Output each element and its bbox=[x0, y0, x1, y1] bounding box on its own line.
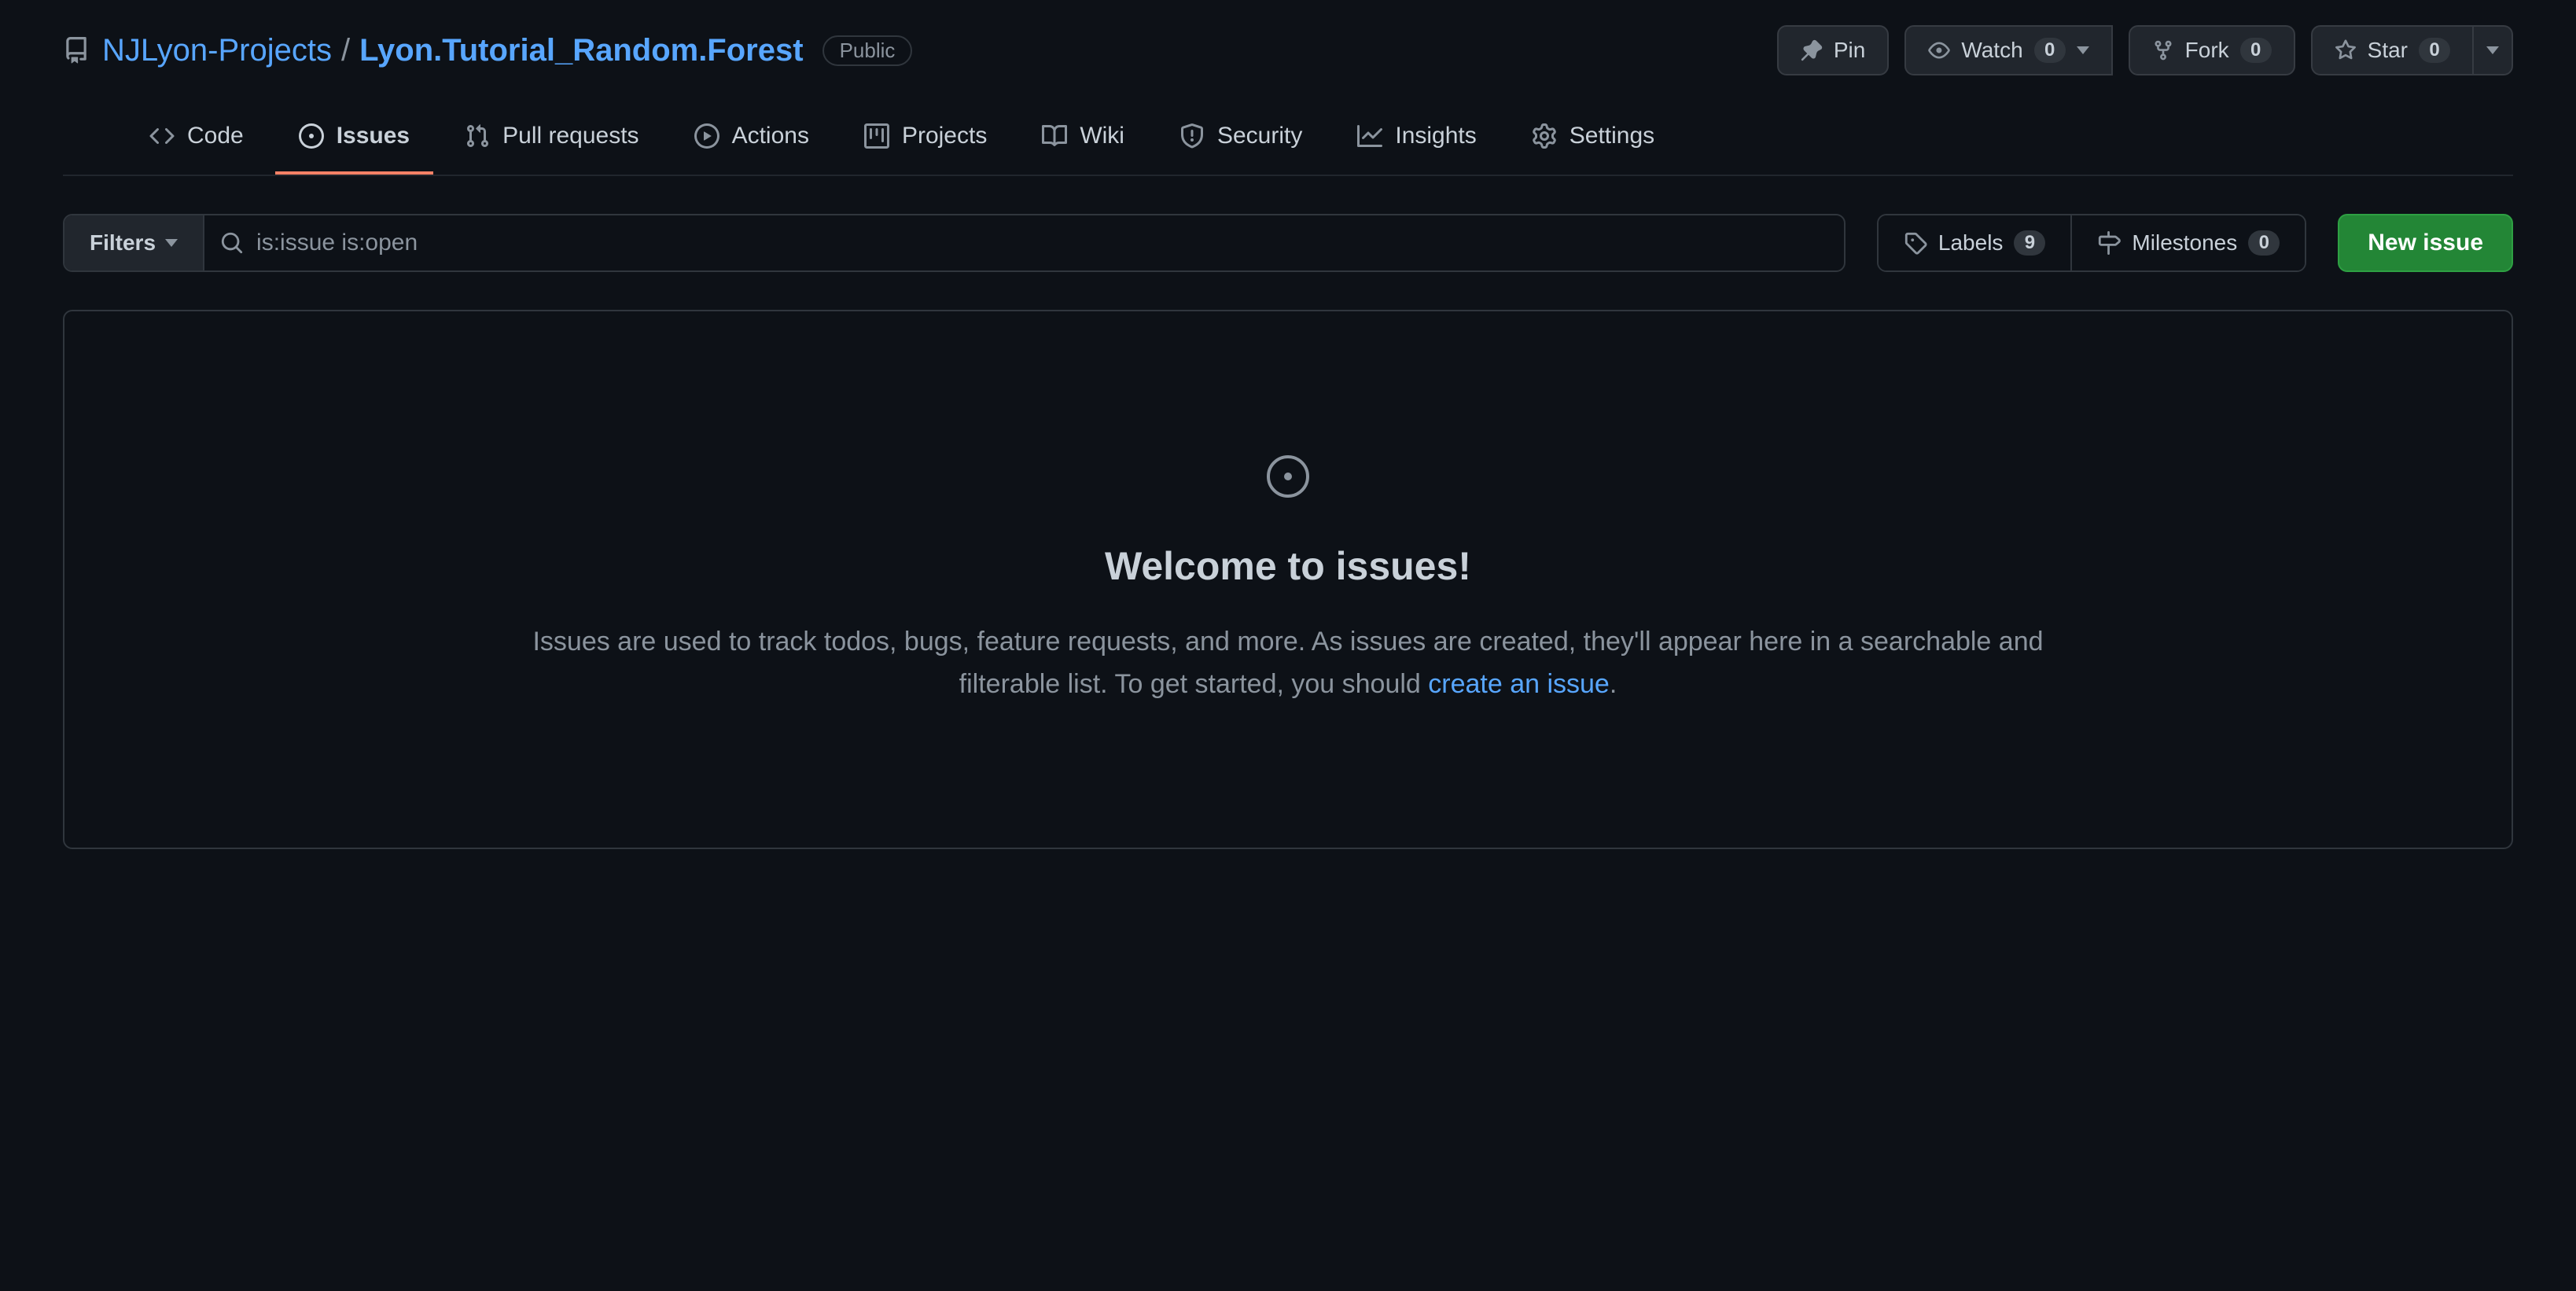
repo-nav: Code Issues Pull requests Actions Projec… bbox=[63, 107, 2513, 176]
chevron-down-icon bbox=[165, 239, 178, 247]
tab-pull-requests[interactable]: Pull requests bbox=[441, 107, 662, 175]
issue-opened-icon bbox=[1264, 453, 1312, 506]
watch-label: Watch bbox=[1961, 38, 2022, 63]
tab-security[interactable]: Security bbox=[1156, 107, 1326, 175]
labels-count: 9 bbox=[2014, 230, 2045, 256]
labels-button[interactable]: Labels 9 bbox=[1879, 215, 2071, 270]
tag-icon bbox=[1904, 231, 1927, 255]
graph-icon bbox=[1357, 123, 1382, 149]
chevron-down-icon bbox=[2077, 46, 2089, 54]
empty-heading: Welcome to issues! bbox=[127, 543, 2449, 589]
star-button[interactable]: Star 0 bbox=[2311, 25, 2474, 75]
star-count: 0 bbox=[2419, 38, 2450, 63]
code-icon bbox=[149, 123, 175, 149]
pull-request-icon bbox=[465, 123, 490, 149]
search-icon bbox=[220, 231, 244, 255]
filter-search-bar: Filters bbox=[63, 214, 1846, 272]
pin-label: Pin bbox=[1834, 38, 1865, 63]
issue-icon bbox=[299, 123, 324, 149]
repo-icon bbox=[63, 37, 90, 64]
tab-issues[interactable]: Issues bbox=[275, 107, 433, 175]
play-icon bbox=[694, 123, 719, 149]
repo-path: NJLyon-Projects / Lyon.Tutorial_Random.F… bbox=[102, 33, 804, 68]
new-issue-button[interactable]: New issue bbox=[2338, 214, 2513, 272]
issues-empty-state: Welcome to issues! Issues are used to tr… bbox=[63, 310, 2513, 849]
star-label: Star bbox=[2368, 38, 2408, 63]
fork-count: 0 bbox=[2240, 38, 2272, 63]
tab-settings[interactable]: Settings bbox=[1508, 107, 1678, 175]
fork-icon bbox=[2152, 39, 2174, 61]
repo-owner-link[interactable]: NJLyon-Projects bbox=[102, 33, 332, 68]
labels-milestones-group: Labels 9 Milestones 0 bbox=[1877, 214, 2306, 272]
path-separator: / bbox=[341, 33, 350, 68]
filters-button[interactable]: Filters bbox=[64, 215, 204, 270]
milestones-button[interactable]: Milestones 0 bbox=[2070, 215, 2305, 270]
tab-insights[interactable]: Insights bbox=[1334, 107, 1500, 175]
milestone-icon bbox=[2097, 231, 2121, 255]
tab-code[interactable]: Code bbox=[126, 107, 267, 175]
chevron-down-icon bbox=[2486, 46, 2499, 54]
shield-icon bbox=[1179, 123, 1205, 149]
fork-label: Fork bbox=[2185, 38, 2229, 63]
pin-icon bbox=[1801, 39, 1823, 61]
project-icon bbox=[864, 123, 889, 149]
eye-icon bbox=[1928, 39, 1950, 61]
book-icon bbox=[1042, 123, 1067, 149]
watch-count: 0 bbox=[2034, 38, 2066, 63]
star-menu-button[interactable] bbox=[2474, 25, 2513, 75]
tab-projects[interactable]: Projects bbox=[841, 107, 1010, 175]
pin-button[interactable]: Pin bbox=[1777, 25, 1889, 75]
tab-actions[interactable]: Actions bbox=[671, 107, 833, 175]
milestones-count: 0 bbox=[2248, 230, 2280, 256]
visibility-badge: Public bbox=[822, 35, 913, 66]
repo-name-link[interactable]: Lyon.Tutorial_Random.Forest bbox=[359, 33, 803, 68]
tab-wiki[interactable]: Wiki bbox=[1018, 107, 1148, 175]
watch-button-group: Watch 0 bbox=[1904, 25, 2112, 75]
star-icon bbox=[2335, 39, 2357, 61]
create-issue-link[interactable]: create an issue bbox=[1428, 669, 1610, 699]
star-button-group: Star 0 bbox=[2311, 25, 2513, 75]
gear-icon bbox=[1532, 123, 1557, 149]
fork-button[interactable]: Fork 0 bbox=[2129, 25, 2295, 75]
watch-button[interactable]: Watch 0 bbox=[1904, 25, 2112, 75]
empty-body: Issues are used to track todos, bugs, fe… bbox=[502, 620, 2074, 706]
issues-search-input[interactable] bbox=[256, 217, 1828, 269]
